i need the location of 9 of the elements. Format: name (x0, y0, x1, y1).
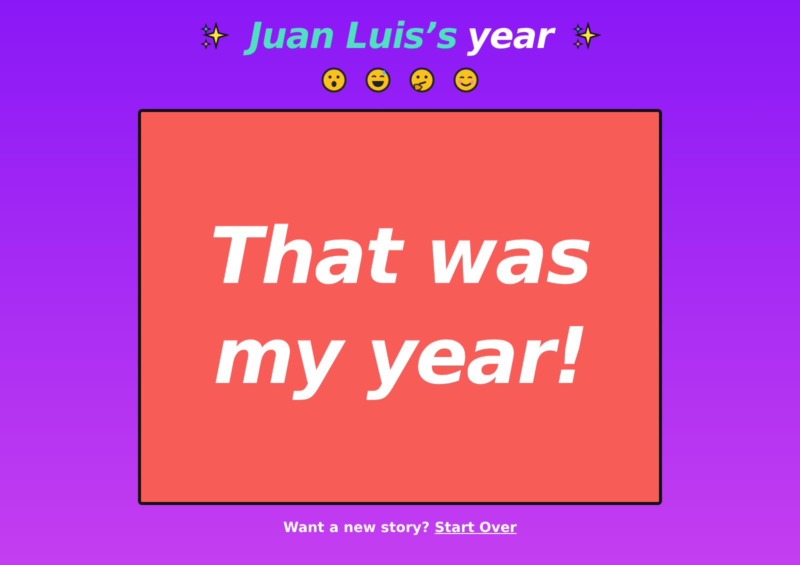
story-message: That was my year! (208, 210, 592, 404)
surprised-face-icon (320, 66, 347, 93)
grinning-sweat-face-icon (364, 66, 391, 93)
name-title: Juan Luis’s (243, 14, 461, 61)
year-title: year (460, 14, 557, 61)
thinking-face-icon (408, 66, 435, 93)
footer-prompt: Want a new story? (283, 520, 430, 536)
smiling-face-icon (452, 66, 479, 93)
start-over-link[interactable]: Start Over (434, 520, 517, 536)
